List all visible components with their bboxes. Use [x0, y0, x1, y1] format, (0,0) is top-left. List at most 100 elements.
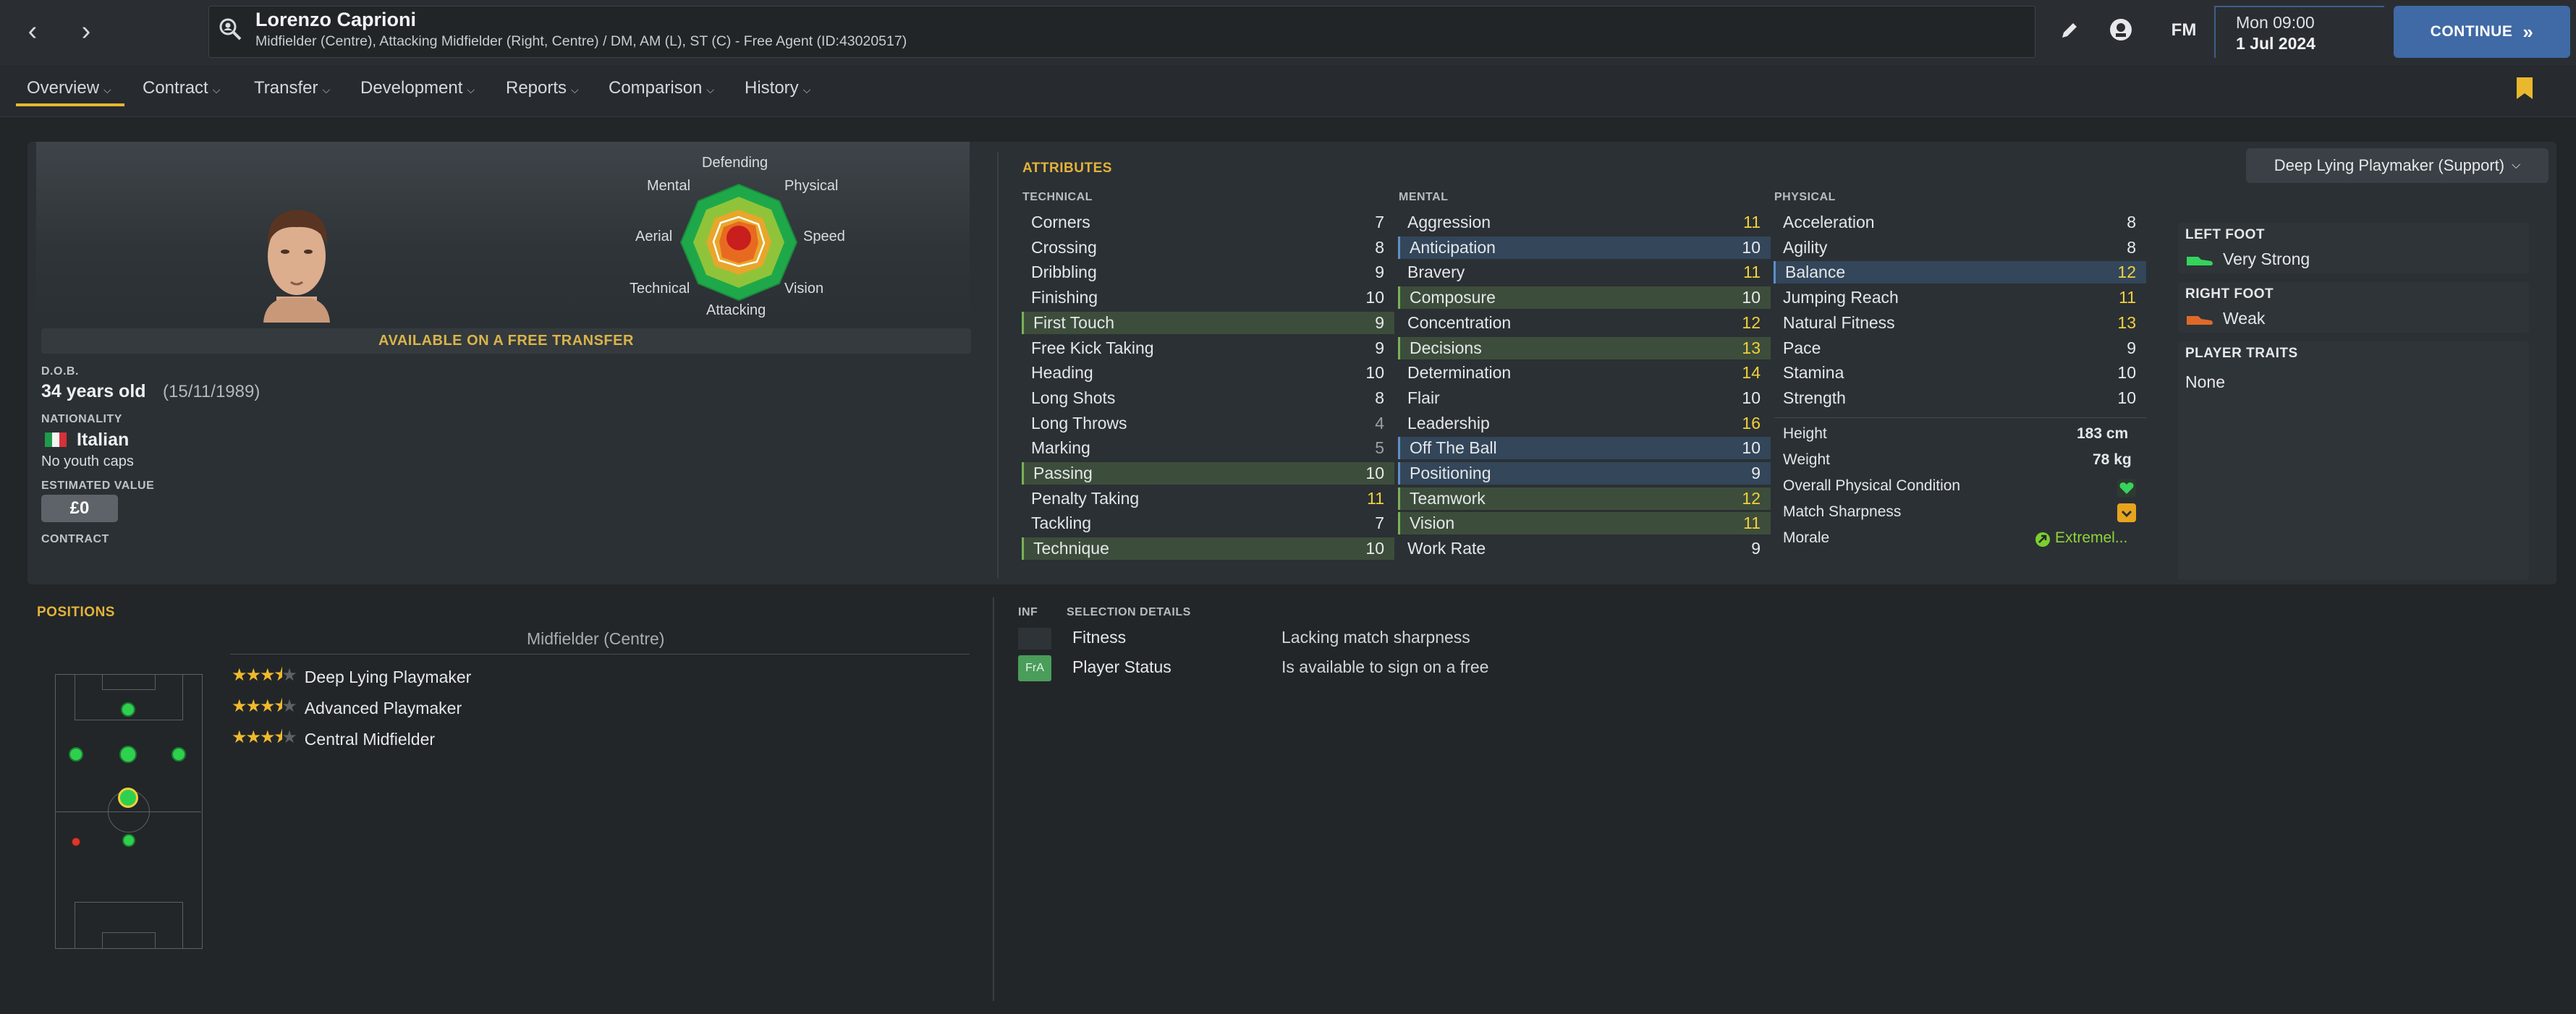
technical-attribute-row[interactable]: Penalty Taking 11	[1022, 487, 1394, 510]
club-crest-icon[interactable]	[2107, 16, 2135, 43]
physical-attribute-row[interactable]: Stamina 10	[1774, 362, 2146, 384]
star-icon: ★	[232, 728, 247, 747]
attribute-name: Determination	[1407, 363, 1512, 383]
tab-contract[interactable]: Contract ⌵	[143, 78, 220, 107]
mental-attribute-row[interactable]: Positioning 9	[1398, 462, 1771, 485]
fm-logo-icon[interactable]: FM	[2162, 16, 2206, 45]
mental-attribute-row[interactable]: Composure 10	[1398, 286, 1771, 310]
role-row[interactable]: ★★★⯨★ Advanced Playmaker	[232, 694, 462, 723]
selection-details-label: SELECTION DETAILS	[1067, 606, 1191, 618]
mental-attribute-row[interactable]: Bravery 11	[1398, 261, 1771, 284]
selection-label-fitness: Fitness	[1072, 628, 1127, 647]
physical-attribute-row[interactable]: Strength 10	[1774, 387, 2146, 409]
mental-attribute-row[interactable]: Vision 11	[1398, 512, 1771, 535]
mental-attribute-row[interactable]: Off The Ball 10	[1398, 437, 1771, 460]
chevron-down-icon: ⌵	[322, 84, 331, 95]
technical-attribute-row[interactable]: Long Shots 8	[1022, 387, 1394, 409]
attribute-value: 12	[1742, 312, 1761, 332]
left-foot-label: LEFT FOOT	[2185, 227, 2266, 242]
free-transfer-banner: AVAILABLE ON A FREE TRANSFER	[41, 328, 971, 354]
technical-attribute-row[interactable]: Marking 5	[1022, 437, 1394, 459]
mental-attribute-row[interactable]: Teamwork 12	[1398, 487, 1771, 510]
left-boot-icon	[2187, 257, 2213, 265]
star-icon: ★	[245, 696, 261, 716]
technical-attribute-row[interactable]: Passing 10	[1022, 462, 1394, 485]
tab-development[interactable]: Development ⌵	[360, 78, 475, 107]
selection-value-status: Is available to sign on a free	[1281, 657, 1489, 676]
attribute-name: Technique	[1033, 539, 1109, 558]
mental-attribute-row[interactable]: Flair 10	[1398, 387, 1771, 409]
role-row[interactable]: ★★★⯨★ Central Midfielder	[232, 725, 435, 754]
role-name: Deep Lying Playmaker	[304, 668, 472, 686]
mental-attribute-row[interactable]: Aggression 11	[1398, 211, 1771, 234]
physical-attribute-row[interactable]: Pace 9	[1774, 337, 2146, 359]
attribute-name: Bravery	[1407, 263, 1465, 282]
position-dot-amc	[121, 702, 135, 717]
attribute-value: 8	[1375, 388, 1384, 407]
forward-arrow-icon[interactable]: ›	[68, 13, 104, 49]
continue-button[interactable]: CONTINUE »	[2394, 6, 2570, 58]
inf-label: INF	[1018, 606, 1038, 618]
radar-label-mental: Mental	[647, 178, 691, 194]
technical-attribute-row[interactable]: Finishing 10	[1022, 286, 1394, 309]
attribute-name: Work Rate	[1407, 539, 1486, 558]
player-search-box[interactable]	[208, 6, 2035, 58]
role-row[interactable]: ★★★⯨★ Deep Lying Playmaker	[232, 662, 471, 692]
physical-attribute-row[interactable]: Natural Fitness 13	[1774, 312, 2146, 334]
attribute-name: Agility	[1783, 237, 1828, 257]
technical-attribute-row[interactable]: Technique 10	[1022, 537, 1394, 561]
technical-attribute-row[interactable]: Corners 7	[1022, 211, 1394, 234]
chevron-down-icon: ⌵	[571, 84, 579, 95]
nationality-label: NATIONALITY	[41, 413, 122, 425]
nationality[interactable]: Italian	[77, 430, 129, 451]
attribute-name: Teamwork	[1410, 488, 1486, 508]
sharpness-icon	[2117, 503, 2136, 522]
star-icon: ★	[232, 665, 247, 685]
mental-attribute-row[interactable]: Decisions 13	[1398, 336, 1771, 359]
tab-history-label: History	[745, 78, 799, 98]
tab-reports[interactable]: Reports ⌵	[506, 78, 579, 107]
technical-attribute-row[interactable]: Heading 10	[1022, 362, 1394, 384]
attribute-name: Concentration	[1407, 312, 1512, 332]
technical-attribute-row[interactable]: Long Throws 4	[1022, 412, 1394, 435]
tab-comparison[interactable]: Comparison ⌵	[609, 78, 714, 107]
morale-value[interactable]: Extremel...	[2055, 529, 2127, 547]
technical-attribute-row[interactable]: Free Kick Taking 9	[1022, 337, 1394, 359]
traits-value: None	[2185, 372, 2225, 391]
attribute-value: 7	[1375, 213, 1384, 231]
technical-attribute-row[interactable]: Dribbling 9	[1022, 261, 1394, 284]
attribute-name: Vision	[1410, 514, 1455, 533]
attribute-name: Passing	[1033, 464, 1093, 482]
attribute-value: 9	[2127, 338, 2136, 357]
search-person-icon[interactable]	[217, 16, 243, 42]
mental-attribute-row[interactable]: Leadership 16	[1398, 412, 1771, 435]
physical-attribute-row[interactable]: Acceleration 8	[1774, 211, 2146, 234]
empty-star-icon: ★	[281, 696, 297, 716]
radar-label-vision: Vision	[784, 281, 824, 297]
game-date: 1 Jul 2024	[2236, 34, 2316, 53]
technical-attribute-row[interactable]: First Touch 9	[1022, 311, 1394, 334]
tab-overview[interactable]: Overview ⌵	[27, 78, 111, 107]
technical-attribute-row[interactable]: Crossing 8	[1022, 237, 1394, 259]
attribute-value: 11	[1743, 263, 1761, 282]
back-arrow-icon[interactable]: ‹	[14, 13, 51, 49]
physical-attribute-row[interactable]: Agility 8	[1774, 237, 2146, 259]
role-dropdown[interactable]: Deep Lying Playmaker (Support) ⌵	[2246, 148, 2549, 183]
tab-history[interactable]: History ⌵	[745, 78, 810, 107]
position-name: Midfielder (Centre)	[527, 629, 665, 648]
physical-attribute-row[interactable]: Jumping Reach 11	[1774, 286, 2146, 309]
weight-label: Weight	[1783, 451, 1830, 468]
edit-pencil-icon[interactable]	[2058, 19, 2081, 42]
attribute-value: 10	[2117, 363, 2136, 383]
technical-attribute-row[interactable]: Tackling 7	[1022, 512, 1394, 534]
mental-attribute-row[interactable]: Determination 14	[1398, 362, 1771, 384]
mental-attribute-row[interactable]: Concentration 12	[1398, 312, 1771, 334]
bookmark-icon[interactable]	[2515, 76, 2534, 101]
mental-attribute-row[interactable]: Anticipation 10	[1398, 236, 1771, 259]
game-time: Mon 09:00	[2236, 13, 2315, 32]
tab-transfer[interactable]: Transfer ⌵	[254, 78, 330, 107]
attribute-name: Balance	[1785, 263, 1846, 282]
attribute-name: Heading	[1031, 363, 1093, 383]
physical-attribute-row[interactable]: Balance 12	[1774, 261, 2146, 284]
mental-attribute-row[interactable]: Work Rate 9	[1398, 537, 1771, 560]
